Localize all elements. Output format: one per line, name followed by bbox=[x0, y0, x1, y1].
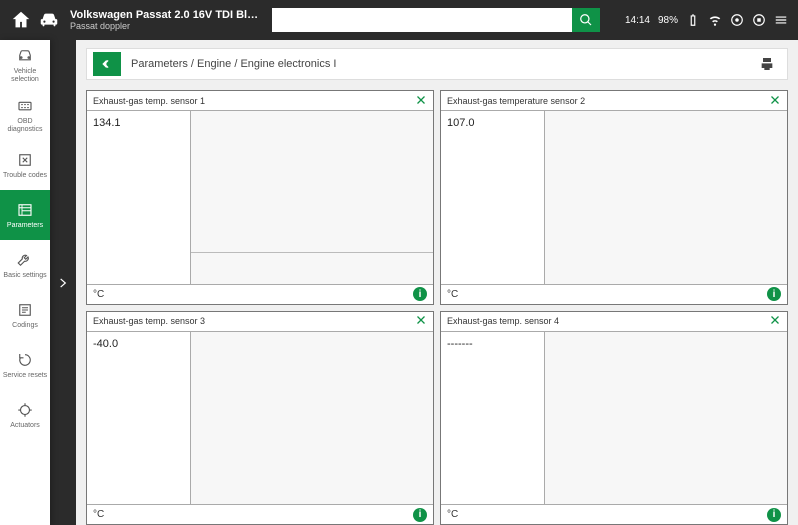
print-icon bbox=[759, 56, 775, 72]
panel-chart-area bbox=[191, 332, 433, 505]
panel-unit: °C bbox=[447, 289, 458, 300]
close-icon bbox=[415, 94, 427, 106]
panel-info-button[interactable]: i bbox=[413, 508, 427, 522]
sidebar-item-label: Trouble codes bbox=[3, 172, 47, 180]
wrench-icon bbox=[16, 251, 34, 269]
panel-sensor-2: Exhaust-gas temperature sensor 2 107.0 °… bbox=[440, 90, 788, 305]
panel-sensor-3: Exhaust-gas temp. sensor 3 -40.0 °C i bbox=[86, 311, 434, 525]
content-area: Parameters / Engine / Engine electronics… bbox=[76, 40, 798, 525]
search-button[interactable] bbox=[572, 8, 600, 32]
top-bar: Volkswagen Passat 2.0 16V TDI BlueM... P… bbox=[0, 0, 798, 40]
parameters-icon bbox=[16, 201, 34, 219]
panel-close-button[interactable] bbox=[415, 314, 427, 328]
actuator-icon bbox=[16, 401, 34, 419]
chevron-right-icon bbox=[56, 276, 70, 290]
panel-title: Exhaust-gas temp. sensor 3 bbox=[93, 316, 205, 326]
panel-chart-area bbox=[545, 332, 787, 505]
sidebar-item-obd[interactable]: OBD diagnostics bbox=[0, 90, 50, 140]
panel-title: Exhaust-gas temperature sensor 2 bbox=[447, 96, 585, 106]
obd-icon bbox=[16, 97, 34, 115]
car-icon[interactable] bbox=[38, 9, 60, 31]
search-wrap bbox=[272, 8, 600, 32]
panel-unit: °C bbox=[447, 509, 458, 520]
breadcrumb-bar: Parameters / Engine / Engine electronics… bbox=[86, 48, 788, 80]
wifi-icon bbox=[708, 13, 722, 27]
clock: 14:14 bbox=[625, 15, 650, 26]
sidebar-expand-button[interactable] bbox=[50, 40, 76, 525]
vehicle-subtitle: Passat doppler bbox=[70, 21, 260, 31]
panel-info-button[interactable]: i bbox=[767, 287, 781, 301]
trouble-icon bbox=[16, 151, 34, 169]
panel-info-button[interactable]: i bbox=[413, 287, 427, 301]
sidebar-item-label: Service resets bbox=[3, 372, 47, 380]
panel-value: -40.0 bbox=[93, 338, 184, 350]
sidebar-item-label: Vehicle selection bbox=[2, 68, 48, 83]
vehicle-title: Volkswagen Passat 2.0 16V TDI BlueM... bbox=[70, 9, 260, 21]
sidebar-item-label: Actuators bbox=[10, 422, 40, 430]
reset-icon bbox=[16, 351, 34, 369]
panel-close-button[interactable] bbox=[769, 314, 781, 328]
panel-close-button[interactable] bbox=[769, 94, 781, 108]
sidebar-item-label: Parameters bbox=[7, 222, 43, 230]
sidebar-item-label: Codings bbox=[12, 322, 38, 330]
panel-chart-area bbox=[545, 111, 787, 284]
panel-chart-area bbox=[191, 111, 433, 284]
back-arrow-icon bbox=[100, 57, 114, 71]
panel-title: Exhaust-gas temp. sensor 1 bbox=[93, 96, 205, 106]
panel-sensor-1: Exhaust-gas temp. sensor 1 134.1 °C i bbox=[86, 90, 434, 305]
sidebar-item-label: OBD diagnostics bbox=[2, 118, 48, 133]
sidebar-item-parameters[interactable]: Parameters bbox=[0, 190, 50, 240]
breadcrumb: Parameters / Engine / Engine electronics… bbox=[131, 58, 336, 70]
sidebar-item-label: Basic settings bbox=[3, 272, 46, 280]
search-input[interactable] bbox=[272, 8, 572, 32]
sidebar-item-service-resets[interactable]: Service resets bbox=[0, 340, 50, 390]
codings-icon bbox=[16, 301, 34, 319]
panel-title: Exhaust-gas temp. sensor 4 bbox=[447, 316, 559, 326]
sidebar-item-vehicle-selection[interactable]: Vehicle selection bbox=[0, 40, 50, 90]
print-button[interactable] bbox=[753, 56, 781, 72]
battery-icon bbox=[686, 13, 700, 27]
panel-value: 134.1 bbox=[93, 117, 184, 129]
vehicle-info[interactable]: Volkswagen Passat 2.0 16V TDI BlueM... P… bbox=[70, 9, 260, 31]
sidebar-item-codings[interactable]: Codings bbox=[0, 290, 50, 340]
panel-close-button[interactable] bbox=[415, 94, 427, 108]
panel-unit: °C bbox=[93, 509, 104, 520]
home-icon[interactable] bbox=[10, 9, 32, 31]
panel-value: ------- bbox=[447, 338, 538, 350]
sidebar-item-actuators[interactable]: Actuators bbox=[0, 390, 50, 440]
back-button[interactable] bbox=[93, 52, 121, 76]
panel-unit: °C bbox=[93, 289, 104, 300]
record-icon bbox=[752, 13, 766, 27]
close-icon bbox=[415, 314, 427, 326]
close-icon bbox=[769, 94, 781, 106]
menu-icon[interactable] bbox=[774, 13, 788, 27]
close-icon bbox=[769, 314, 781, 326]
panel-info-button[interactable]: i bbox=[767, 508, 781, 522]
sidebar-item-basic-settings[interactable]: Basic settings bbox=[0, 240, 50, 290]
panel-sensor-4: Exhaust-gas temp. sensor 4 ------- °C i bbox=[440, 311, 788, 525]
connection-icon bbox=[730, 13, 744, 27]
car-outline-icon bbox=[16, 47, 34, 65]
sidebar-item-trouble-codes[interactable]: Trouble codes bbox=[0, 140, 50, 190]
panel-value: 107.0 bbox=[447, 117, 538, 129]
battery-percent: 98% bbox=[658, 15, 678, 26]
panels-grid: Exhaust-gas temp. sensor 1 134.1 °C i Ex… bbox=[86, 90, 788, 525]
search-icon bbox=[579, 13, 593, 27]
status-bar: 14:14 98% bbox=[625, 13, 788, 27]
sidebar: Vehicle selection OBD diagnostics Troubl… bbox=[0, 40, 50, 525]
